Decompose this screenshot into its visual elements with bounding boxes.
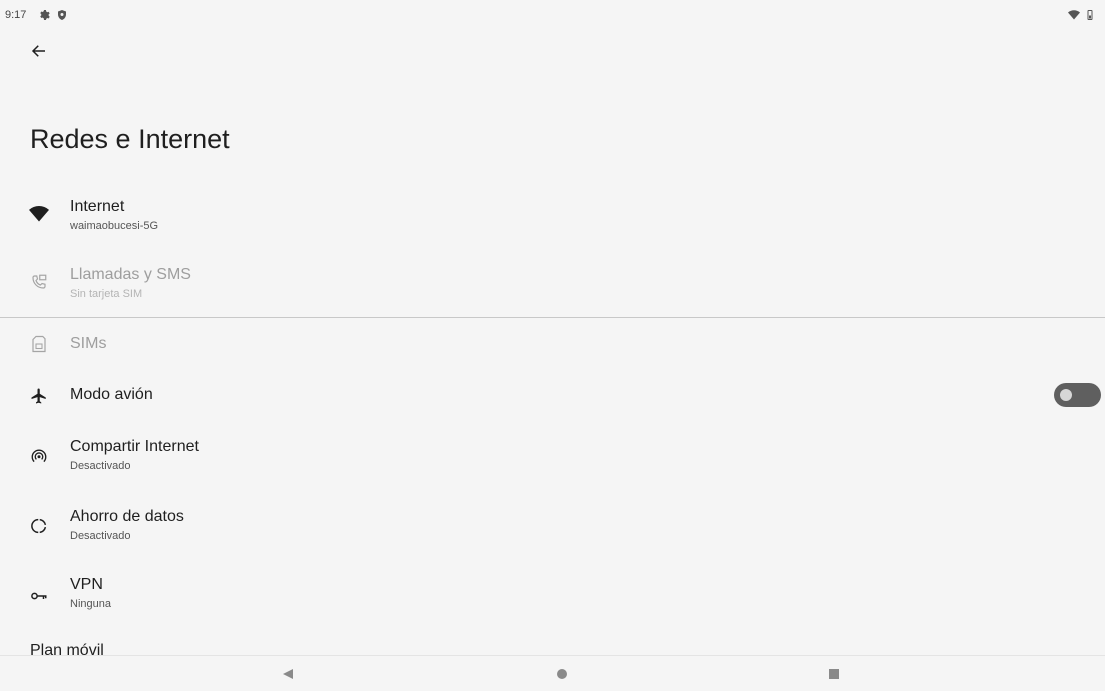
vpn-item[interactable]: VPN Ninguna [0,570,1105,626]
sims-title: SIMs [70,335,107,352]
internet-item[interactable]: Internet waimaobucesi-5G [0,192,1105,248]
hotspot-subtitle: Desactivado [70,460,131,472]
navigation-bar [0,655,1105,691]
battery-icon [1084,8,1096,20]
shield-icon [56,8,68,20]
internet-title: Internet [70,198,125,215]
data-saver-item[interactable]: Ahorro de datos Desactivado [0,502,1105,558]
toggle-knob [1060,389,1072,401]
vpn-title: VPN [70,576,103,593]
vpn-key-icon [29,586,49,606]
page-title: Redes e Internet [30,124,230,154]
calls-sms-title: Llamadas y SMS [70,266,191,283]
airplane-icon [29,386,49,406]
calls-sms-subtitle: Sin tarjeta SIM [70,288,143,300]
status-bar: 9:17 [0,0,1105,26]
arrow-left-icon [30,42,48,65]
home-circle-icon[interactable] [552,664,572,684]
hotspot-icon [29,446,49,466]
wifi-icon [1068,8,1080,20]
vpn-subtitle: Ninguna [70,598,111,610]
data-saver-icon [29,516,49,536]
data-saver-subtitle: Desactivado [70,530,131,542]
calls-sms-item[interactable]: Llamadas y SMS Sin tarjeta SIM [0,260,1105,316]
recents-square-icon[interactable] [824,664,844,684]
airplane-mode-item[interactable]: Modo avión [0,367,1105,423]
hotspot-title: Compartir Internet [70,438,199,455]
data-saver-title: Ahorro de datos [70,508,184,525]
settings-icon [38,8,50,20]
hotspot-item[interactable]: Compartir Internet Desactivado [0,432,1105,488]
back-button[interactable] [26,40,52,66]
back-triangle-icon[interactable] [278,664,298,684]
internet-subtitle: waimaobucesi-5G [70,220,159,232]
phone-message-icon [29,272,49,292]
wifi-icon [29,204,49,224]
airplane-mode-toggle[interactable] [1054,383,1101,407]
sims-item[interactable]: SIMs [0,316,1105,372]
sim-card-icon [29,334,49,354]
airplane-mode-title: Modo avión [70,386,153,403]
status-time: 9:17 [5,9,27,21]
